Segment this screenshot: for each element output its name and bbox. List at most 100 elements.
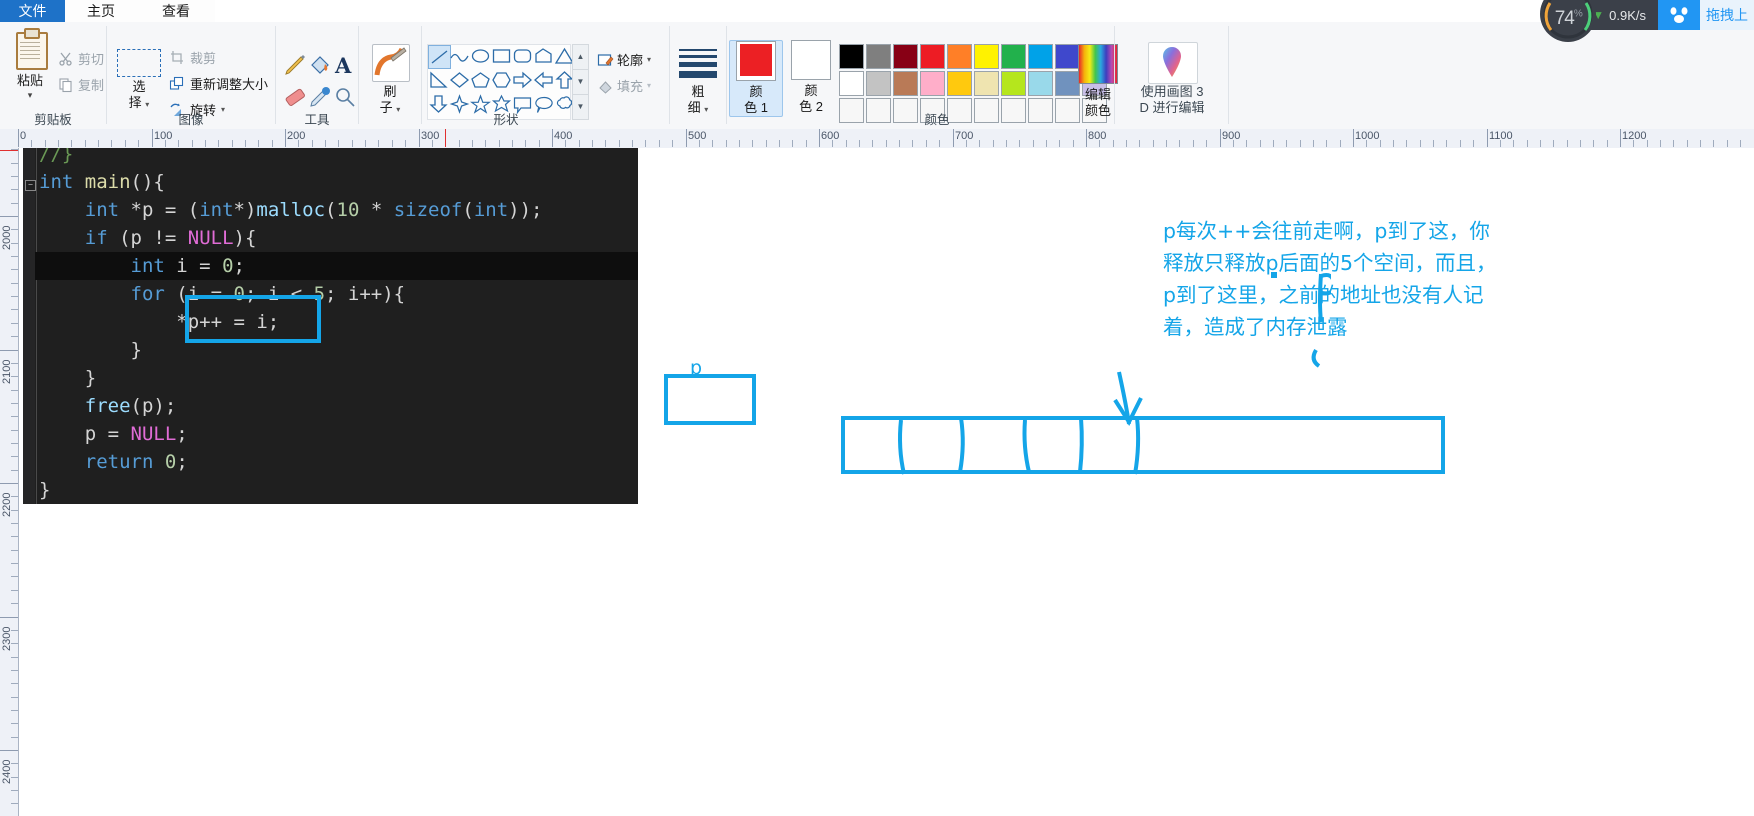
palette-color-2-1[interactable] [866,71,891,96]
color-picker-icon[interactable] [307,84,333,110]
chevron-down-icon[interactable]: ▾ [145,100,149,109]
group-label-clipboard: 剪贴板 [34,113,72,127]
ruler-minor-tick [1073,140,1074,147]
shape-rounded-rectangle[interactable] [512,45,533,67]
palette-color-1-1[interactable] [866,44,891,69]
tab-home[interactable]: 主页 [65,0,138,22]
ruler-minor-tick [58,140,59,147]
palette-color-1-2[interactable] [893,44,918,69]
brush-icon[interactable] [372,44,410,82]
brush-button[interactable]: 刷子 ▾ [359,84,421,118]
shape-line[interactable] [428,45,451,69]
shape-pentagon[interactable] [470,69,491,91]
fill-bucket-icon[interactable] [307,52,333,78]
size-icon[interactable] [678,44,718,84]
palette-color-1-0[interactable] [839,44,864,69]
ruler-label: 100 [154,130,173,142]
palette-color-2-5[interactable] [974,71,999,96]
scroll-down-icon[interactable]: ▼ [572,69,589,95]
palette-color-2-4[interactable] [947,71,972,96]
ruler-cursor-indicator [445,129,446,147]
select-button[interactable]: 选择 ▾ [113,79,165,113]
palette-color-1-4[interactable] [947,44,972,69]
color2-button[interactable]: 颜色 2 [785,40,837,115]
paint3d-button[interactable] [1148,42,1198,84]
color1-swatch[interactable] [736,41,776,81]
pasted-code-image[interactable]: − //} int main(){ int *p = (int*)malloc(… [23,148,638,504]
palette-color-2-0[interactable] [839,71,864,96]
palette-color-1-3[interactable] [920,44,945,69]
ruler-minor-tick [11,550,18,551]
ruler-minor-tick [1607,140,1608,147]
ruler-major-tick [1487,129,1488,147]
ruler-minor-tick [11,536,18,537]
shape-diamond[interactable] [449,69,470,91]
ruler-minor-tick [1126,140,1127,147]
shape-right-arrow[interactable] [512,69,533,91]
paste-button[interactable]: 粘贴 ▾ [6,28,54,100]
crop-button[interactable]: 裁剪 [169,48,216,67]
text-icon[interactable]: A [332,52,358,78]
tab-file[interactable]: 文件 [0,0,65,22]
chevron-down-icon[interactable]: ▾ [647,55,651,64]
palette-row-1[interactable] [839,44,1109,71]
size-button[interactable]: 粗细 ▾ [670,84,726,118]
palette-row-2[interactable] [839,71,1109,98]
cut-button[interactable]: 剪切 [58,49,104,68]
palette-color-2-2[interactable] [893,71,918,96]
outline-button[interactable]: 轮廓 ▾ [597,50,651,69]
vertical-ruler[interactable]: 200021002200230024002500 [0,148,19,816]
shape-curve[interactable] [449,45,470,67]
ruler-minor-tick [11,243,18,244]
palette-color-1-7[interactable] [1028,44,1053,69]
horizontal-ruler[interactable]: 0 100 200 300 400 500 600 700 800 900 1000 1100 1200… [18,129,1754,149]
ruler-minor-tick [11,203,18,204]
tab-view[interactable]: 查看 [137,0,215,22]
ruler-minor-tick [31,140,32,147]
chevron-down-icon[interactable]: ▾ [704,105,708,114]
code-line-1: int main(){ [39,171,165,193]
shape-gallery-scrollbar[interactable]: ▲ ▼ ▼ [572,44,589,120]
chevron-down-icon[interactable]: ▾ [6,91,54,100]
palette-color-2-6[interactable] [1001,71,1026,96]
shape-oval[interactable] [470,45,491,67]
ruler-minor-tick [1273,140,1274,147]
color2-swatch[interactable] [791,40,831,80]
color1-button[interactable]: 颜色 1 [729,40,783,117]
chevron-down-icon[interactable]: ▾ [647,81,651,90]
baidu-logo-icon[interactable] [1658,0,1700,30]
ruler-minor-tick [1326,140,1327,147]
paint-canvas[interactable]: − //} int main(){ int *p = (int*)malloc(… [19,148,1754,816]
palette-color-2-7[interactable] [1028,71,1053,96]
shape-hexagon[interactable] [491,69,512,91]
shape-left-arrow[interactable] [533,69,554,91]
ruler-major-tick [0,483,18,484]
cpu-gauge[interactable]: 74% [1540,0,1597,42]
ruler-minor-tick [565,140,566,147]
scroll-up-icon[interactable]: ▲ [572,44,589,70]
code-line-0: //} [39,148,74,165]
code-fold-icon[interactable]: − [25,180,36,191]
shape-right-triangle[interactable] [428,69,449,91]
resize-button[interactable]: 重新调整大小 [169,74,268,93]
palette-color-1-6[interactable] [1001,44,1026,69]
network-speed-widget[interactable]: 74% ▼ 0.9K/s [1540,0,1658,42]
ruler-minor-tick [1567,140,1568,147]
palette-color-1-5[interactable] [974,44,999,69]
shape-polygon[interactable] [533,45,554,67]
baidu-netdisk-widget[interactable]: 拖拽上 [1658,0,1754,30]
shape-rectangle[interactable] [491,45,512,67]
pencil-icon[interactable] [282,52,308,78]
eraser-icon[interactable] [282,84,308,110]
ruler-corner [0,129,19,149]
copy-button[interactable]: 复制 [58,75,104,94]
ruler-minor-tick [11,456,18,457]
select-icon[interactable] [117,49,161,77]
chevron-down-icon[interactable]: ▾ [396,105,400,114]
ribbon-group-shapes: ▲ ▼ ▼ 形状 [422,22,590,129]
ruler-minor-tick [1580,140,1581,147]
palette-color-2-3[interactable] [920,71,945,96]
ruler-minor-tick [11,777,18,778]
fill-button[interactable]: 填充 ▾ [597,76,651,95]
magnifier-icon[interactable] [332,84,358,110]
